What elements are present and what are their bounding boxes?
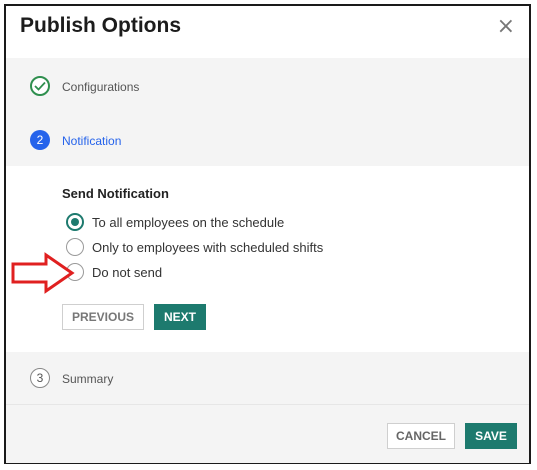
radio-label: Only to employees with scheduled shifts	[92, 239, 324, 255]
close-icon[interactable]: ×	[497, 14, 515, 39]
previous-button[interactable]: PREVIOUS	[62, 304, 144, 330]
step-label: Configurations	[62, 80, 140, 94]
step-label: Summary	[62, 372, 114, 386]
section-title: Send Notification	[62, 186, 169, 201]
step-number: 3	[30, 368, 50, 388]
save-button[interactable]: SAVE	[465, 423, 517, 449]
notification-content: Send Notification To all employees on th…	[6, 166, 529, 352]
radio-option-do-not-send[interactable]: Do not send	[66, 262, 162, 282]
dialog-title: Publish Options	[20, 14, 181, 37]
step-summary[interactable]: 3 Summary	[6, 352, 529, 404]
cancel-button[interactable]: CANCEL	[387, 423, 455, 449]
step-configurations[interactable]: Configurations	[6, 58, 529, 112]
dialog-footer: CANCEL SAVE	[6, 404, 529, 463]
check-icon	[30, 76, 50, 96]
radio-label: Do not send	[92, 264, 163, 280]
radio-option-scheduled-shifts[interactable]: Only to employees with scheduled shifts	[66, 237, 323, 257]
step-number: 2	[30, 130, 50, 150]
arrow-right-icon	[10, 252, 76, 299]
radio-option-all-employees[interactable]: To all employees on the schedule	[66, 212, 284, 232]
radio-label: To all employees on the schedule	[92, 214, 285, 230]
dialog-header: Publish Options ×	[6, 6, 529, 59]
step-notification[interactable]: 2 Notification	[6, 112, 529, 166]
publish-options-dialog: Publish Options × Configurations 2 Notif…	[4, 4, 531, 464]
radio-button[interactable]	[66, 213, 84, 231]
next-button[interactable]: NEXT	[154, 304, 206, 330]
step-label: Notification	[62, 134, 122, 148]
